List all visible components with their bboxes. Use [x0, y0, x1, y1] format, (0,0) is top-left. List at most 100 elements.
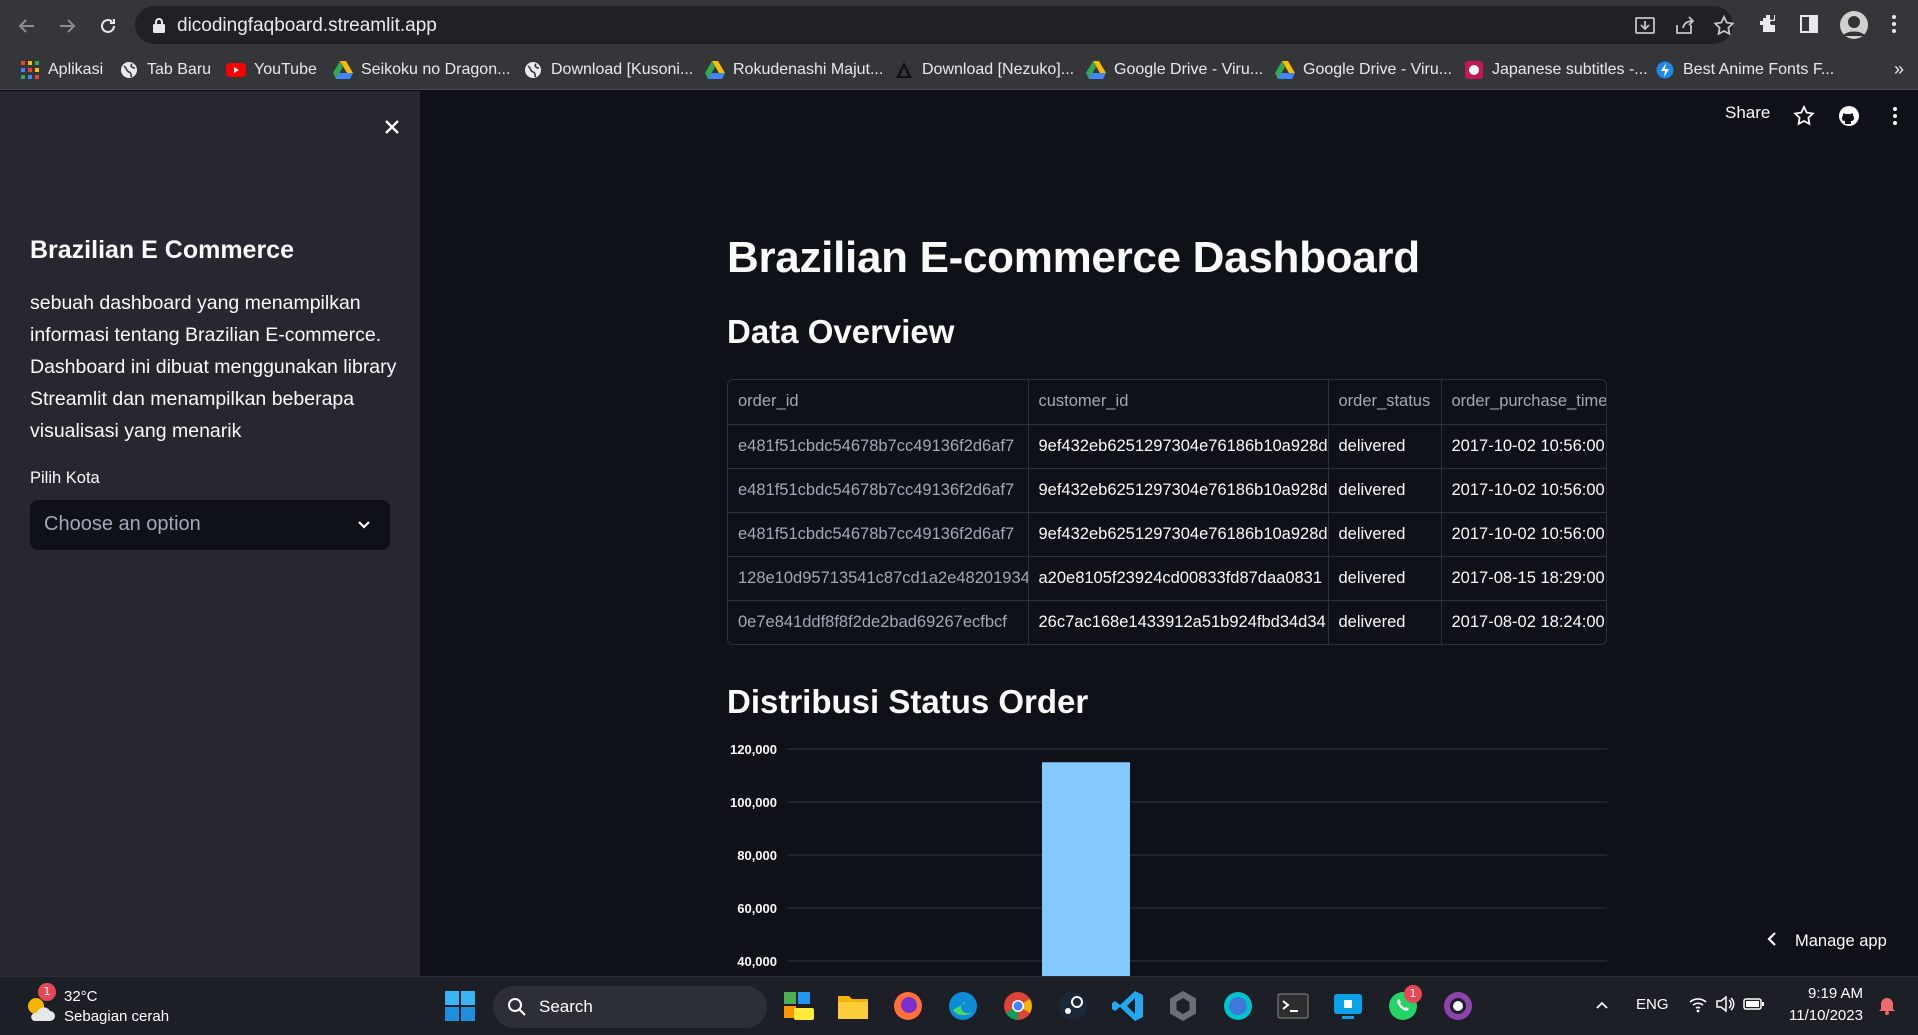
- chevron-down-icon[interactable]: [354, 515, 374, 535]
- close-icon[interactable]: [378, 113, 406, 141]
- bookmark-rokudenashi[interactable]: Rokudenashi Majut...: [705, 58, 883, 82]
- bookmark-seikoku[interactable]: Seikoku no Dragon...: [333, 58, 510, 82]
- table-cell[interactable]: delivered: [1328, 556, 1442, 601]
- youtube-icon: [226, 60, 246, 80]
- manage-app-label[interactable]: Manage app: [1795, 932, 1887, 951]
- table-cell[interactable]: 2017-08-02 18:24:00: [1441, 600, 1606, 644]
- column-header[interactable]: order_id: [728, 380, 1029, 425]
- bookmark-youtube[interactable]: YouTube: [226, 58, 317, 82]
- volume-icon[interactable]: [1715, 995, 1735, 1018]
- column-header[interactable]: customer_id: [1028, 380, 1329, 425]
- bookmark-download-kusoni[interactable]: Download [Kusoni...: [523, 58, 693, 82]
- table-cell[interactable]: 26c7ac168e1433912a51b924fbd34d34: [1028, 600, 1329, 644]
- weather-description: Sebagian cerah: [64, 1008, 170, 1025]
- star-icon[interactable]: [1792, 104, 1816, 128]
- main-menu-icon[interactable]: [1883, 104, 1907, 128]
- table-cell[interactable]: delivered: [1328, 468, 1442, 513]
- table-cell[interactable]: delivered: [1328, 600, 1442, 644]
- table-cell[interactable]: 2017-10-02 10:56:00: [1441, 468, 1606, 513]
- clock-date[interactable]: 11/10/2023: [1789, 1007, 1863, 1024]
- table-cell[interactable]: e481f51cbdc54678b7cc49136f2d6af7: [728, 424, 1029, 469]
- bookmark-google-drive-1[interactable]: Google Drive - Viru...: [1086, 58, 1263, 82]
- globe-icon: [119, 60, 139, 80]
- table-cell[interactable]: 2017-10-02 10:56:00: [1441, 424, 1606, 469]
- copilot-pre-icon[interactable]: [780, 988, 816, 1024]
- table-cell[interactable]: 0e7e841ddf8f8f2de2bad69267ecfbcf: [728, 600, 1029, 644]
- windows-start-icon[interactable]: [443, 989, 479, 1025]
- table-cell[interactable]: 128e10d95713541c87cd1a2e48201934: [728, 556, 1029, 601]
- chrome-icon[interactable]: [1000, 988, 1036, 1024]
- bookmark-star-icon[interactable]: [1712, 14, 1736, 38]
- table-cell[interactable]: 9ef432eb6251297304e76186b10a928d: [1028, 512, 1329, 557]
- city-select[interactable]: Choose an option: [30, 500, 390, 550]
- edge-icon[interactable]: [945, 988, 981, 1024]
- url-text[interactable]: dicodingfaqboard.streamlit.app: [177, 15, 437, 37]
- terminal-icon[interactable]: [1275, 988, 1311, 1024]
- city-select-placeholder[interactable]: Choose an option: [44, 513, 201, 536]
- battery-icon[interactable]: [1743, 996, 1765, 1017]
- apps-grid-icon: [20, 60, 40, 80]
- unity-hub-icon[interactable]: [1165, 988, 1201, 1024]
- table-row: e481f51cbdc54678b7cc49136f2d6af7 9ef432e…: [728, 468, 1606, 513]
- order-status-chart-heading: Distribusi Status Order: [727, 683, 1089, 720]
- table-cell[interactable]: 9ef432eb6251297304e76186b10a928d: [1028, 424, 1329, 469]
- reload-icon[interactable]: [92, 10, 124, 42]
- side-panel-icon[interactable]: [1797, 12, 1823, 38]
- steam-icon[interactable]: [1055, 988, 1091, 1024]
- chart-bar[interactable]: [1042, 762, 1130, 976]
- table-cell[interactable]: 9ef432eb6251297304e76186b10a928d: [1028, 468, 1329, 513]
- taskbar-search[interactable]: Search: [493, 986, 767, 1028]
- address-bar[interactable]: dicodingfaqboard.streamlit.app: [135, 6, 1736, 44]
- column-header[interactable]: order_purchase_time: [1441, 380, 1606, 425]
- table-cell[interactable]: 2017-08-15 18:29:00: [1441, 556, 1606, 601]
- vscode-icon[interactable]: [1110, 988, 1146, 1024]
- chrome-menu-icon[interactable]: [1882, 12, 1908, 38]
- install-app-icon[interactable]: [1633, 14, 1657, 38]
- order-status-bar-chart[interactable]: 120,000 100,000 80,000 60,000 40,000: [727, 739, 1607, 976]
- bookmark-anime-fonts[interactable]: Best Anime Fonts F...: [1655, 58, 1834, 82]
- clock-time[interactable]: 9:19 AM: [1808, 985, 1863, 1002]
- table-row: 128e10d95713541c87cd1a2e48201934 a20e810…: [728, 556, 1606, 601]
- table-cell[interactable]: delivered: [1328, 424, 1442, 469]
- y-tick-label: 80,000: [737, 848, 777, 863]
- github-desktop-icon[interactable]: [1440, 988, 1476, 1024]
- tray-chevron-up-icon[interactable]: [1594, 997, 1610, 1018]
- wifi-icon[interactable]: [1688, 995, 1708, 1018]
- share-button[interactable]: Share: [1725, 103, 1770, 123]
- back-arrow-icon[interactable]: [11, 10, 43, 42]
- bookmark-google-drive-2[interactable]: Google Drive - Viru...: [1275, 58, 1452, 82]
- share-page-icon[interactable]: [1673, 14, 1697, 38]
- more-bookmarks-chevron-icon[interactable]: »: [1894, 59, 1904, 80]
- extensions-puzzle-icon[interactable]: [1757, 12, 1783, 38]
- notification-bell-icon[interactable]: [1878, 995, 1896, 1020]
- table-cell[interactable]: e481f51cbdc54678b7cc49136f2d6af7: [728, 468, 1029, 513]
- bookmark-tab-baru[interactable]: Tab Baru: [119, 58, 211, 82]
- bookmark-apps[interactable]: Aplikasi: [20, 58, 103, 82]
- main-content: Share Brazilian E-commerce Dashboard Dat…: [420, 91, 1918, 976]
- firefox-icon[interactable]: [890, 988, 926, 1024]
- weather-temp: 32°C: [64, 988, 98, 1005]
- table-row: e481f51cbdc54678b7cc49136f2d6af7 9ef432e…: [728, 424, 1606, 469]
- language-indicator[interactable]: ENG: [1636, 996, 1669, 1013]
- github-icon[interactable]: [1837, 104, 1861, 128]
- file-explorer-icon[interactable]: [835, 988, 871, 1024]
- manage-app-button[interactable]: Manage app: [1765, 929, 1887, 953]
- profile-avatar[interactable]: [1839, 10, 1869, 40]
- lock-icon[interactable]: [152, 17, 166, 38]
- bookmark-download-nezuko[interactable]: Download [Nezuko]...: [894, 58, 1074, 82]
- table-cell[interactable]: 2017-10-02 10:56:00: [1441, 512, 1606, 557]
- google-drive-icon: [705, 60, 725, 80]
- table-cell[interactable]: delivered: [1328, 512, 1442, 557]
- forward-arrow-icon[interactable]: [51, 10, 83, 42]
- table-cell[interactable]: a20e8105f23924cd00833fd87daa0831: [1028, 556, 1329, 601]
- sidebar-description: sebuah dashboard yang menampilkan inform…: [30, 292, 397, 442]
- column-header[interactable]: order_status: [1328, 380, 1442, 425]
- remote-desktop-icon[interactable]: [1330, 988, 1366, 1024]
- canva-icon[interactable]: [1220, 988, 1256, 1024]
- data-overview-table[interactable]: order_id customer_id order_status order_…: [727, 379, 1607, 645]
- chevron-left-icon[interactable]: [1765, 931, 1779, 952]
- bookmark-japanese-subtitles[interactable]: Japanese subtitles -...: [1464, 58, 1648, 82]
- table-cell[interactable]: e481f51cbdc54678b7cc49136f2d6af7: [728, 512, 1029, 557]
- whatsapp-badge: 1: [1404, 985, 1422, 1003]
- city-select-label: Pilih Kota: [30, 469, 100, 487]
